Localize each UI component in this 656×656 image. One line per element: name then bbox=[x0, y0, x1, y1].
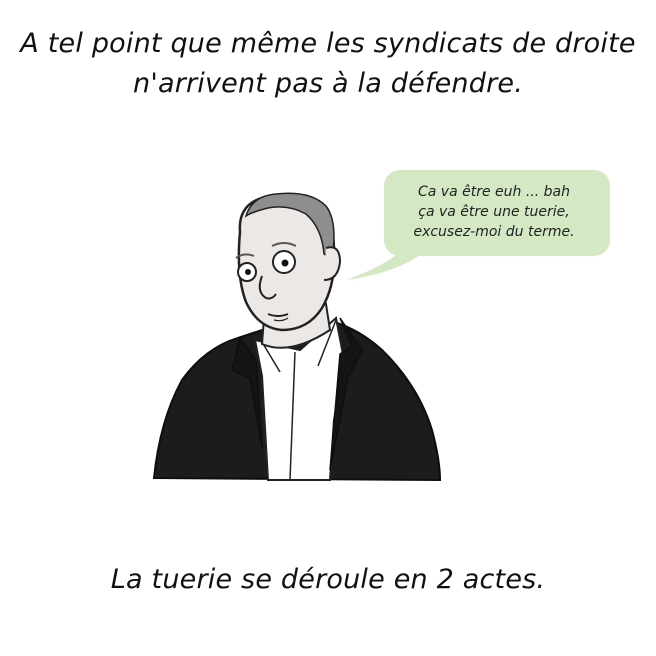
speech-bubble-text: Ca va être euh ... bah ça va être une tu… bbox=[384, 182, 604, 242]
bottom-caption: La tuerie se déroule en 2 actes. bbox=[110, 564, 546, 595]
speech-line-3: excusez-moi du terme. bbox=[413, 224, 575, 240]
ear bbox=[323, 246, 342, 281]
speech-bubble-tail bbox=[346, 252, 420, 280]
speech-line-1: Ca va être euh ... bah bbox=[418, 184, 570, 200]
speech-line-2: ça va être une tuerie, bbox=[418, 204, 570, 220]
comic-panel-illustration bbox=[152, 192, 442, 482]
